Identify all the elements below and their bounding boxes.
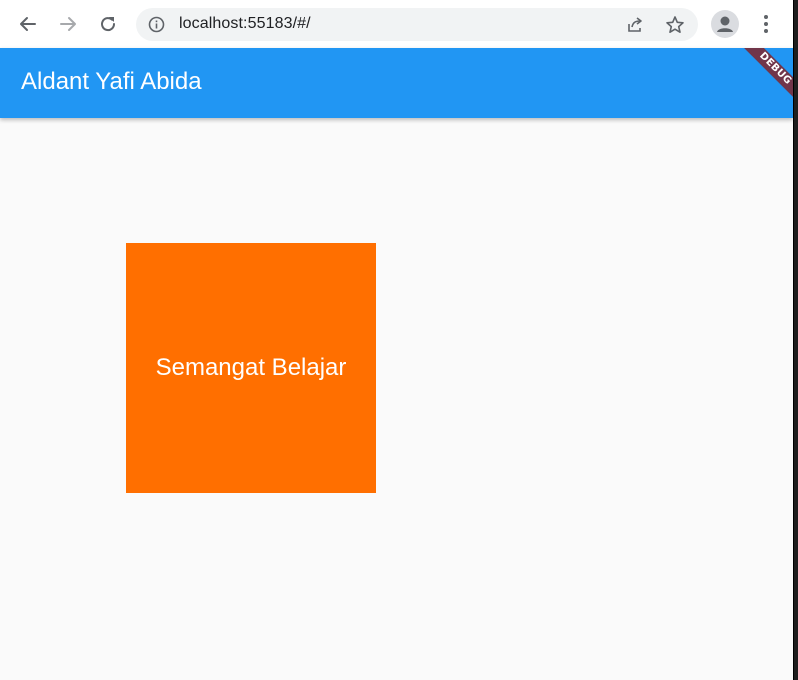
address-bar[interactable]: localhost:55183/#/ <box>136 8 698 41</box>
browser-window: localhost:55183/#/ Aldant Yafi Abida DEB… <box>0 0 794 680</box>
forward-arrow-icon <box>60 17 76 31</box>
app-bar: Aldant Yafi Abida <box>0 48 793 118</box>
url-text[interactable]: localhost:55183/#/ <box>179 15 311 33</box>
star-icon <box>666 16 684 33</box>
orange-container: Semangat Belajar <box>126 243 376 493</box>
reload-button[interactable] <box>92 8 124 40</box>
app-bar-title: Aldant Yafi Abida <box>21 68 202 95</box>
bookmark-button[interactable] <box>664 14 686 36</box>
profile-icon <box>717 16 733 32</box>
menu-button[interactable] <box>754 10 778 38</box>
kebab-menu-icon <box>764 15 768 33</box>
back-arrow-icon <box>20 17 36 31</box>
background-editor-edge <box>794 0 798 680</box>
back-button[interactable] <box>12 8 44 40</box>
share-button[interactable] <box>624 14 646 36</box>
info-icon[interactable] <box>148 16 165 33</box>
browser-toolbar: localhost:55183/#/ <box>0 0 793 48</box>
profile-button[interactable] <box>711 10 739 38</box>
container-text: Semangat Belajar <box>155 354 347 381</box>
forward-button[interactable] <box>52 8 84 40</box>
share-icon <box>628 17 642 32</box>
reload-icon <box>101 17 116 32</box>
